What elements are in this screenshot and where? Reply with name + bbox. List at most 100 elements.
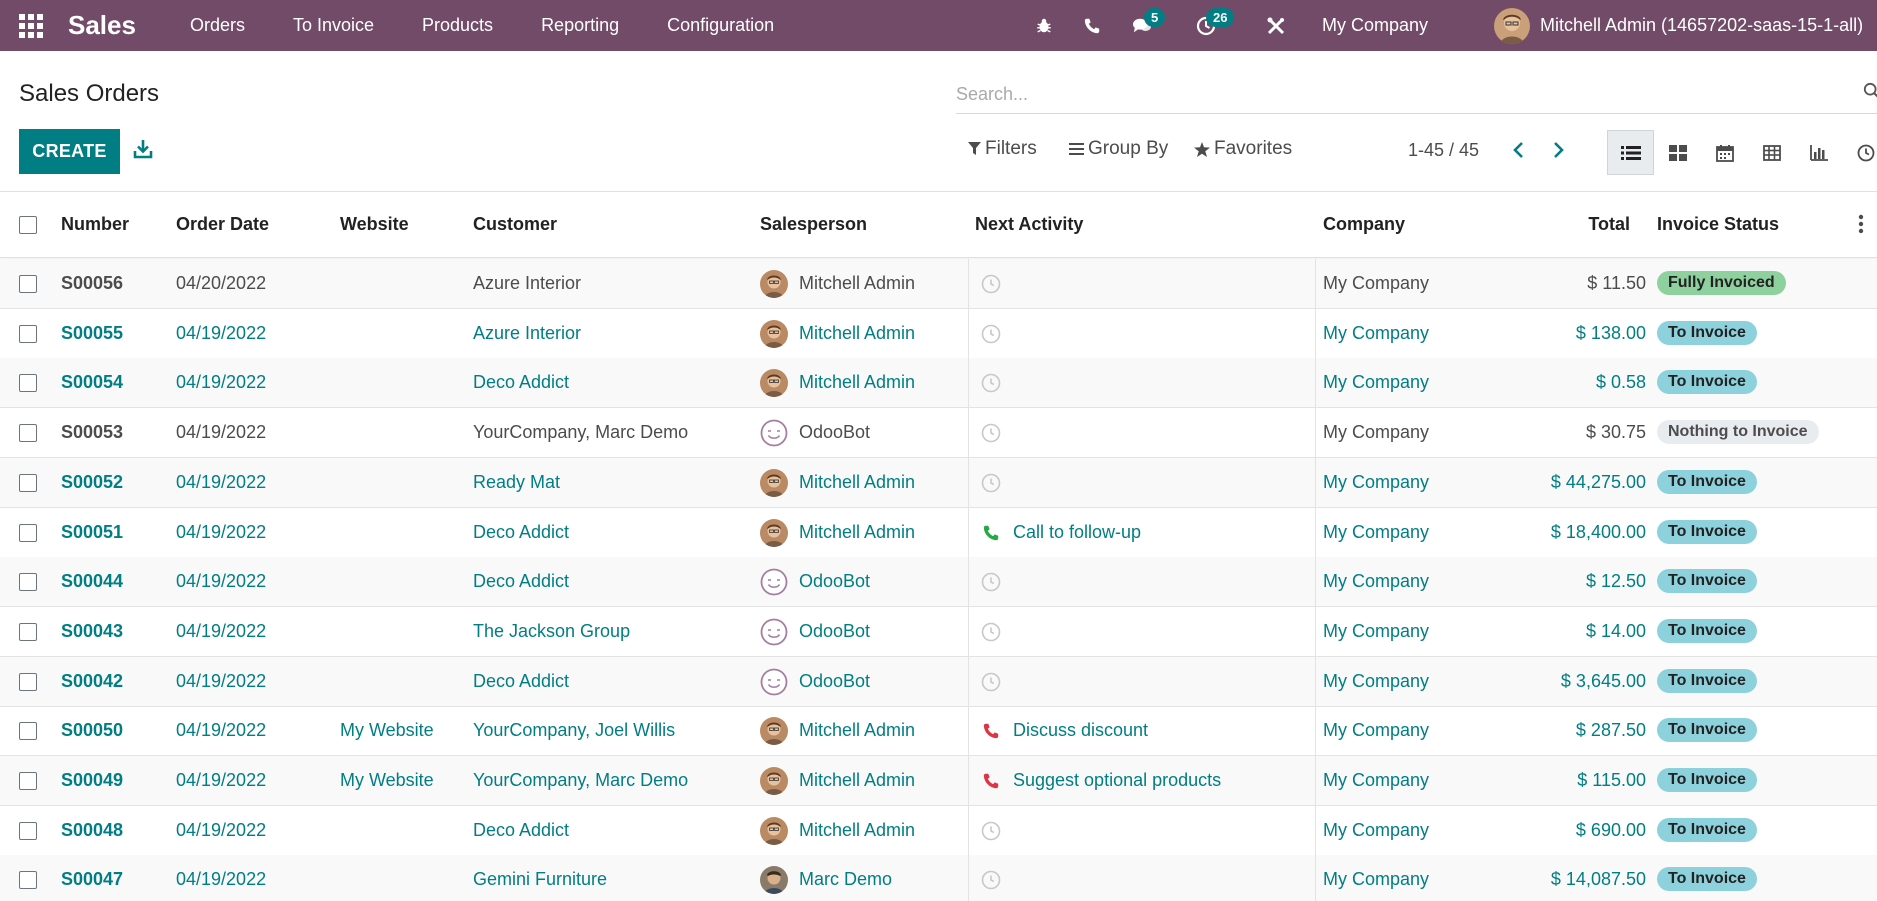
row-checkbox[interactable] [19,424,37,443]
clock-activity-icon[interactable] [980,621,1002,643]
order-salesperson: OdooBot [799,422,871,443]
col-header-next-activity[interactable]: Next Activity [975,214,1083,235]
row-checkbox[interactable] [19,672,37,691]
pager-previous-icon[interactable] [1506,138,1530,162]
table-row[interactable]: S00053 04/19/2022 YourCompany, Marc Demo Od… [0,408,1877,459]
order-number[interactable]: S00044 [61,571,123,592]
search-bar [956,72,1877,114]
kanban-view-icon[interactable] [1654,130,1701,175]
search-icon[interactable] [1863,82,1877,105]
order-number[interactable]: S00055 [61,323,123,344]
menu-reporting[interactable]: Reporting [517,0,643,51]
table-row[interactable]: S00054 04/19/2022 Deco Addict Mitchell Admi… [0,358,1877,409]
order-number[interactable]: S00049 [61,770,123,791]
pager-value[interactable]: 1-45 / 45 [1408,140,1479,161]
row-checkbox[interactable] [19,622,37,641]
company-switcher[interactable]: My Company [1322,0,1428,51]
phone-activity-overdue-icon[interactable] [980,770,1002,792]
row-checkbox[interactable] [19,821,37,840]
phone-activity-icon[interactable] [980,522,1002,544]
search-input[interactable] [956,72,1877,112]
clock-activity-icon[interactable] [980,422,1002,444]
column-divider [968,606,969,657]
phone-icon[interactable] [1074,0,1110,51]
menu-to-invoice[interactable]: To Invoice [269,0,398,51]
order-number[interactable]: S00051 [61,522,123,543]
menu-products[interactable]: Products [398,0,517,51]
menu-orders[interactable]: Orders [166,0,269,51]
debug-bug-icon[interactable] [1026,0,1062,51]
order-number[interactable]: S00043 [61,621,123,642]
row-checkbox[interactable] [19,573,37,592]
row-checkbox[interactable] [19,324,37,343]
order-number[interactable]: S00047 [61,869,123,890]
row-checkbox[interactable] [19,722,37,741]
clock-activity-icon[interactable] [980,472,1002,494]
col-header-number[interactable]: Number [61,214,129,235]
col-header-order-date[interactable]: Order Date [176,214,269,235]
user-menu[interactable]: Mitchell Admin (14657202-saas-15-1-all) [1494,0,1863,51]
order-number[interactable]: S00050 [61,720,123,741]
col-header-invoice-status[interactable]: Invoice Status [1657,214,1779,235]
clock-activity-icon[interactable] [980,372,1002,394]
table-row[interactable]: S00055 04/19/2022 Azure Interior Mitchell A… [0,308,1877,359]
export-download-icon[interactable] [132,138,156,162]
clock-activity-icon[interactable] [980,820,1002,842]
next-activity[interactable]: Suggest optional products [1013,770,1221,791]
row-checkbox[interactable] [19,374,37,393]
table-row[interactable]: S00051 04/19/2022 Deco Addict Mitchell Admi… [0,507,1877,558]
table-row[interactable]: S00050 04/19/2022 My Website YourCompany, J… [0,706,1877,757]
clock-activity-icon[interactable] [980,323,1002,345]
clock-activity-icon[interactable] [980,571,1002,593]
pager-next-icon[interactable] [1547,138,1571,162]
order-number[interactable]: S00056 [61,273,123,294]
calendar-view-icon[interactable] [1701,130,1748,175]
col-header-company[interactable]: Company [1323,214,1405,235]
col-header-customer[interactable]: Customer [473,214,557,235]
activities-clock-icon[interactable]: 26 [1188,0,1235,51]
row-checkbox[interactable] [19,871,37,890]
messages-icon[interactable]: 5 [1124,0,1166,51]
apps-menu-button[interactable] [0,0,62,51]
order-number[interactable]: S00052 [61,472,123,493]
create-button[interactable]: CREATE [19,129,120,174]
order-number[interactable]: S00053 [61,422,123,443]
phone-activity-overdue-icon[interactable] [980,720,1002,742]
activity-view-icon[interactable] [1842,130,1877,175]
tools-icon[interactable] [1258,0,1294,51]
clock-activity-icon[interactable] [980,671,1002,693]
filters-button[interactable]: Filters [968,138,1037,160]
row-checkbox[interactable] [19,523,37,542]
order-number[interactable]: S00054 [61,372,123,393]
table-row[interactable]: S00042 04/19/2022 Deco Addict OdooBot My Com… [0,656,1877,707]
col-header-total[interactable]: Total [1588,214,1630,235]
clock-activity-icon[interactable] [980,273,1002,295]
menu-configuration[interactable]: Configuration [643,0,798,51]
table-row[interactable]: S00047 04/19/2022 Gemini Furniture Marc Dem… [0,855,1877,901]
table-row[interactable]: S00043 04/19/2022 The Jackson Group OdooBot… [0,606,1877,657]
group-by-button[interactable]: Group By [1069,138,1168,160]
order-customer: Deco Addict [473,521,570,542]
pivot-view-icon[interactable] [1748,130,1795,175]
optional-columns-icon[interactable] [1858,214,1872,236]
table-row[interactable]: S00056 04/20/2022 Azure Interior Mitchell A… [0,259,1877,309]
next-activity[interactable]: Call to follow-up [1013,522,1141,543]
row-checkbox[interactable] [19,473,37,492]
table-row[interactable]: S00052 04/19/2022 Ready Mat Mitchell Admin M… [0,457,1877,508]
order-number[interactable]: S00048 [61,820,123,841]
app-brand[interactable]: Sales [68,10,136,41]
col-header-website[interactable]: Website [340,214,409,235]
graph-view-icon[interactable] [1795,130,1842,175]
favorites-button[interactable]: Favorites [1194,138,1292,160]
next-activity[interactable]: Discuss discount [1013,720,1148,741]
select-all-checkbox[interactable] [19,216,37,234]
col-header-salesperson[interactable]: Salesperson [760,214,867,235]
clock-activity-icon[interactable] [980,869,1002,891]
order-number[interactable]: S00042 [61,671,123,692]
list-view-icon[interactable] [1607,130,1654,175]
table-row[interactable]: S00049 04/19/2022 My Website YourCompany, M… [0,756,1877,806]
row-checkbox[interactable] [19,772,37,790]
table-row[interactable]: S00044 04/19/2022 Deco Addict OdooBot My Com… [0,557,1877,608]
table-row[interactable]: S00048 04/19/2022 Deco Addict Mitchell Admi… [0,805,1877,856]
row-checkbox[interactable] [19,275,37,293]
